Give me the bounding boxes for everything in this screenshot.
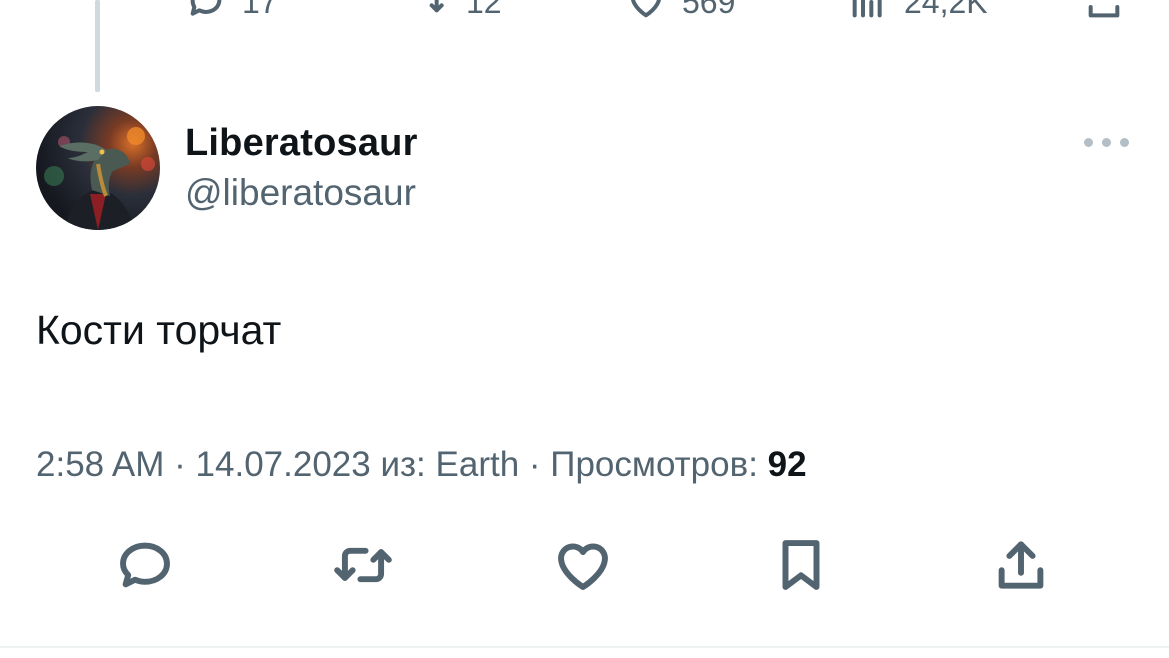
- prev-reply-count: 17: [242, 0, 278, 20]
- heart-icon: [558, 543, 608, 590]
- share-icon: [1088, 5, 1120, 18]
- user-handle[interactable]: @liberatosaur: [185, 172, 416, 214]
- more-dots-icon: [1084, 138, 1093, 147]
- avatar[interactable]: [36, 106, 160, 230]
- tweet-metadata: 2:58 AM · 14.07.2023 из: Earth · Просмот…: [36, 445, 807, 485]
- tweet-time[interactable]: 2:58 AM: [36, 445, 164, 484]
- like-button[interactable]: [550, 532, 616, 598]
- prev-like-button[interactable]: 569: [626, 0, 735, 26]
- more-options-button[interactable]: [1084, 128, 1130, 158]
- prev-reply-button[interactable]: 17: [186, 0, 278, 26]
- meta-separator: ·: [528, 445, 541, 484]
- dinosaur-avatar-image: [44, 127, 155, 230]
- prev-retweet-count: 12: [466, 0, 502, 20]
- prev-views-count: 24,2K: [904, 0, 988, 20]
- divider: [0, 646, 1169, 648]
- prev-views-button[interactable]: 24,2K: [848, 0, 988, 26]
- views-label: Просмотров:: [550, 445, 758, 484]
- reply-icon: [190, 0, 222, 16]
- prev-share-button[interactable]: [1084, 0, 1124, 26]
- previous-tweet-actions: 17 12 569 24,2K: [0, 0, 1169, 26]
- tweet-action-bar: [0, 532, 1169, 598]
- more-dots-icon: [1120, 138, 1129, 147]
- retweet-button[interactable]: [330, 532, 396, 598]
- meta-separator: ·: [174, 445, 186, 484]
- tweet-source: Earth: [435, 445, 520, 484]
- prev-retweet-button[interactable]: 12: [410, 0, 502, 26]
- bar-chart-icon: [852, 0, 882, 18]
- heart-icon: [631, 0, 661, 18]
- tweet-date[interactable]: 14.07.2023: [196, 445, 371, 484]
- display-name[interactable]: Liberatosaur: [185, 122, 418, 165]
- retweet-icon: [334, 547, 392, 583]
- views-count[interactable]: 92: [768, 445, 807, 484]
- share-icon: [998, 541, 1044, 589]
- more-dots-icon: [1102, 138, 1111, 147]
- tweet-text: Кости торчат: [36, 307, 282, 353]
- retweet-icon: [429, 0, 444, 13]
- reply-icon: [120, 542, 170, 588]
- prev-like-count: 569: [682, 0, 736, 20]
- reply-button[interactable]: [112, 532, 178, 598]
- bookmark-icon: [782, 540, 820, 590]
- share-button[interactable]: [988, 532, 1054, 598]
- bookmark-button[interactable]: [768, 532, 834, 598]
- thread-connector-line: [95, 0, 100, 92]
- source-prefix: из:: [380, 445, 426, 484]
